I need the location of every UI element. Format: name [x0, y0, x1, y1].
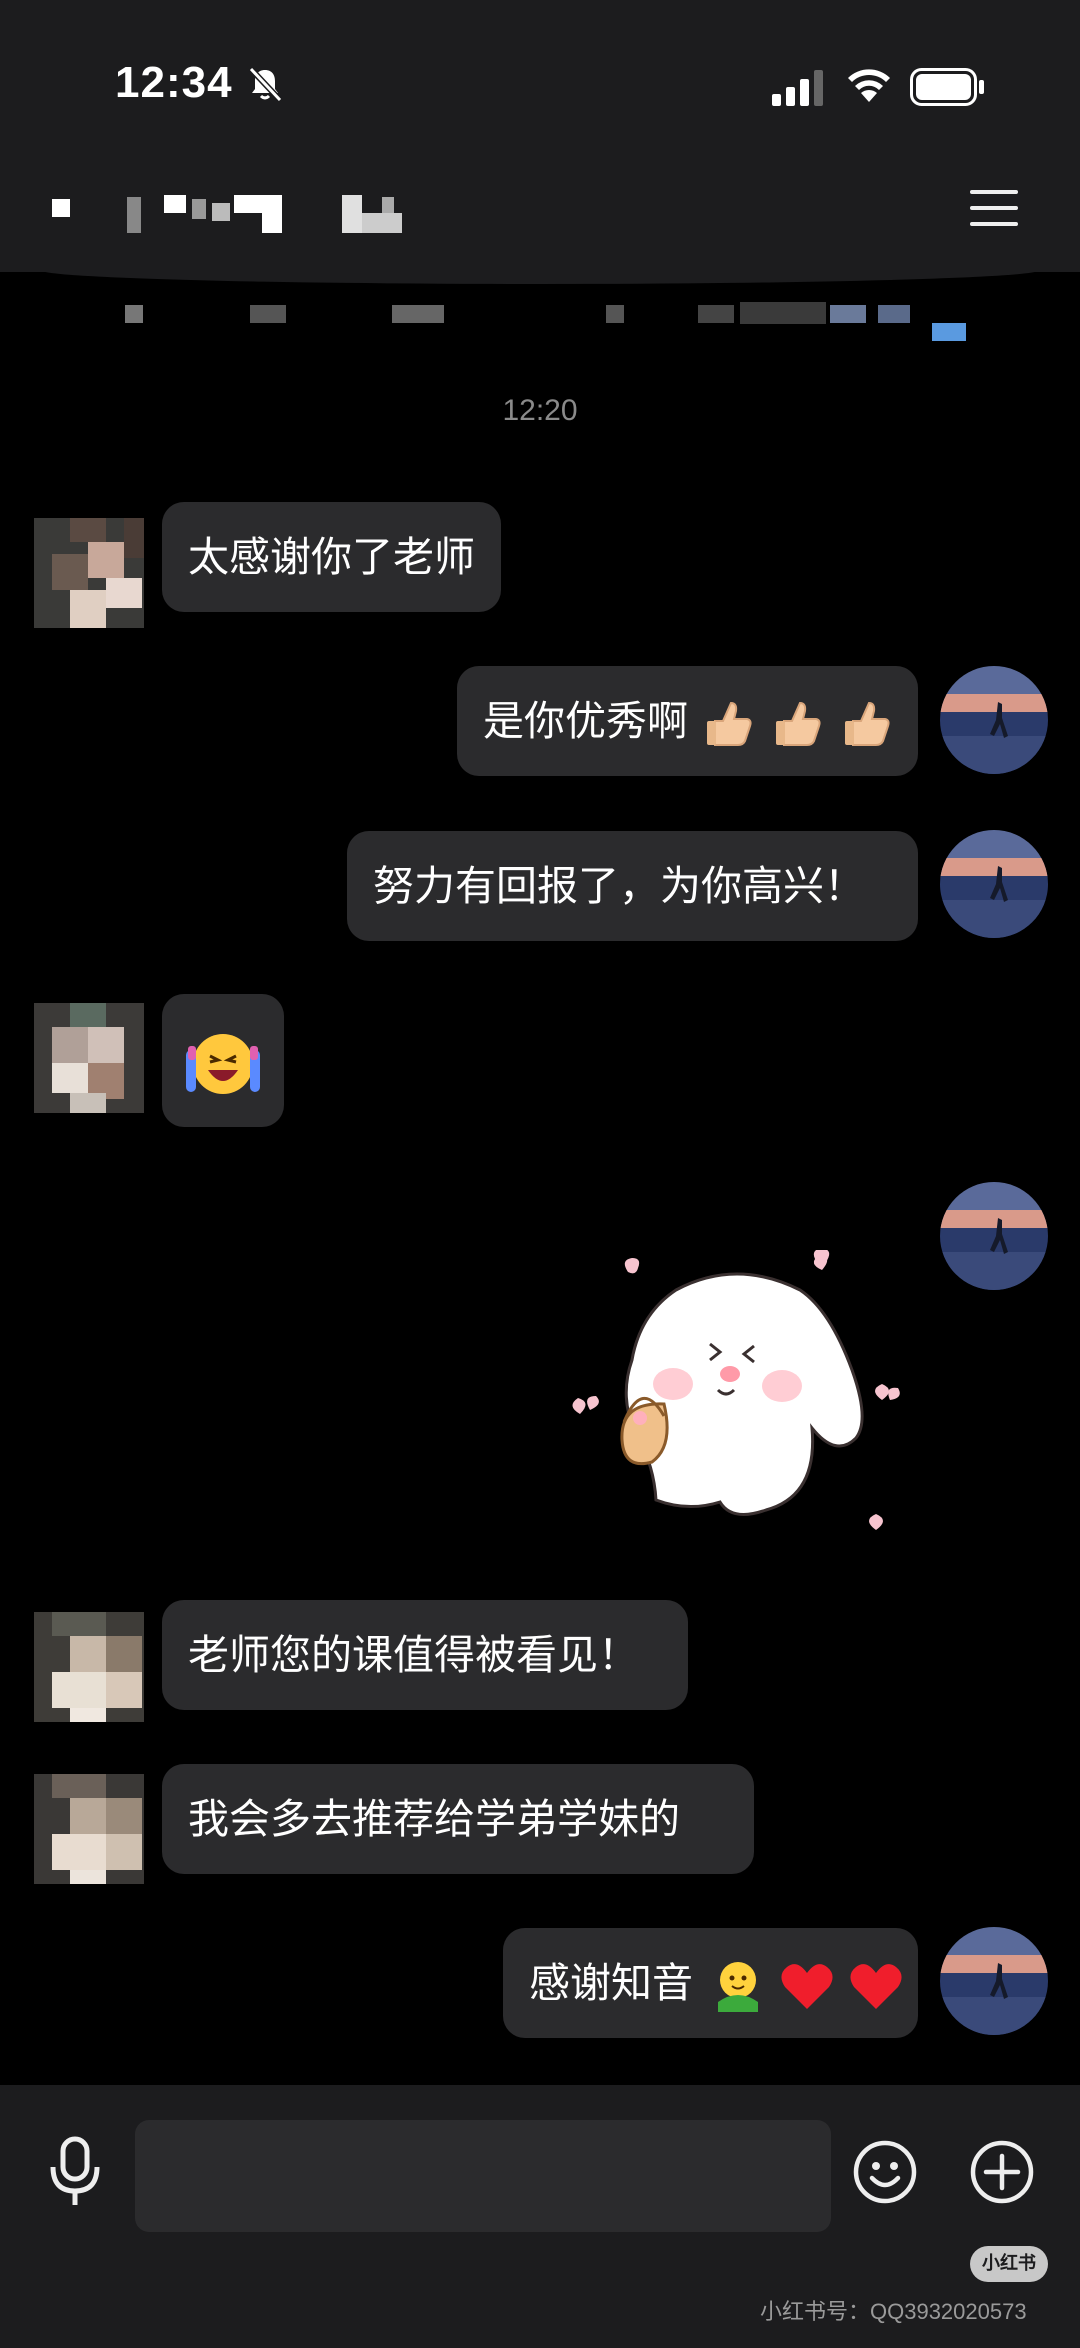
my-avatar[interactable]	[940, 1182, 1048, 1290]
contact-avatar[interactable]	[34, 1774, 144, 1884]
signal-icon	[772, 70, 823, 106]
chat-timestamp: 12:20	[502, 394, 578, 427]
message-input[interactable]	[135, 2120, 831, 2232]
message-bubble[interactable]: 太感谢你了老师	[162, 502, 501, 612]
emoji-icon[interactable]	[853, 2140, 917, 2204]
watermark-id: 小红书号：QQ3932020573	[760, 2299, 1027, 2324]
hug-icon	[718, 1962, 759, 2012]
watermark-badge: 小红书	[970, 2246, 1048, 2282]
contact-avatar[interactable]	[34, 518, 144, 628]
red-heart-icon	[781, 1964, 833, 2009]
contact-avatar[interactable]	[34, 1003, 144, 1113]
my-avatar[interactable]	[940, 830, 1048, 938]
thumbs-up-icon	[776, 701, 821, 746]
header-divider	[40, 270, 1040, 284]
contact-avatar[interactable]	[34, 1612, 144, 1722]
message-bubble[interactable]	[162, 994, 284, 1127]
message-bubble[interactable]: 是你优秀啊	[457, 666, 918, 776]
menu-icon[interactable]	[970, 186, 1026, 230]
my-avatar[interactable]	[940, 666, 1048, 774]
battery-icon	[910, 68, 984, 106]
my-avatar[interactable]	[940, 1927, 1048, 2035]
message-bubble[interactable]: 我会多去推荐给学弟学妹的	[162, 1764, 754, 1874]
red-heart-icon	[850, 1964, 902, 2009]
bunny-sticker[interactable]	[560, 1250, 920, 1540]
microphone-icon[interactable]	[44, 2135, 106, 2207]
message-text: 老师您的课值得被看见！	[188, 1631, 639, 1679]
thumbs-up-icon	[707, 701, 752, 746]
wifi-icon	[848, 69, 890, 102]
laughing-tears-icon	[186, 1034, 260, 1094]
plus-icon[interactable]	[970, 2140, 1034, 2204]
message-text: 感谢知音	[529, 1959, 693, 2007]
thumbs-up-icon	[845, 701, 890, 746]
message-bubble[interactable]: 感谢知音	[503, 1928, 918, 2038]
message-text: 我会多去推荐给学弟学妹的	[188, 1795, 680, 1843]
mute-bell-icon	[248, 66, 283, 103]
contact-name-redacted	[52, 193, 417, 235]
message-bubble[interactable]: 老师您的课值得被看见！	[162, 1600, 688, 1710]
message-text: 太感谢你了老师	[188, 533, 475, 581]
notice-redacted	[120, 302, 980, 342]
status-time: 12:34	[115, 58, 233, 107]
message-text: 是你优秀啊	[483, 697, 688, 745]
message-bubble[interactable]: 努力有回报了，为你高兴！	[347, 831, 918, 941]
message-text: 努力有回报了，为你高兴！	[373, 862, 865, 910]
